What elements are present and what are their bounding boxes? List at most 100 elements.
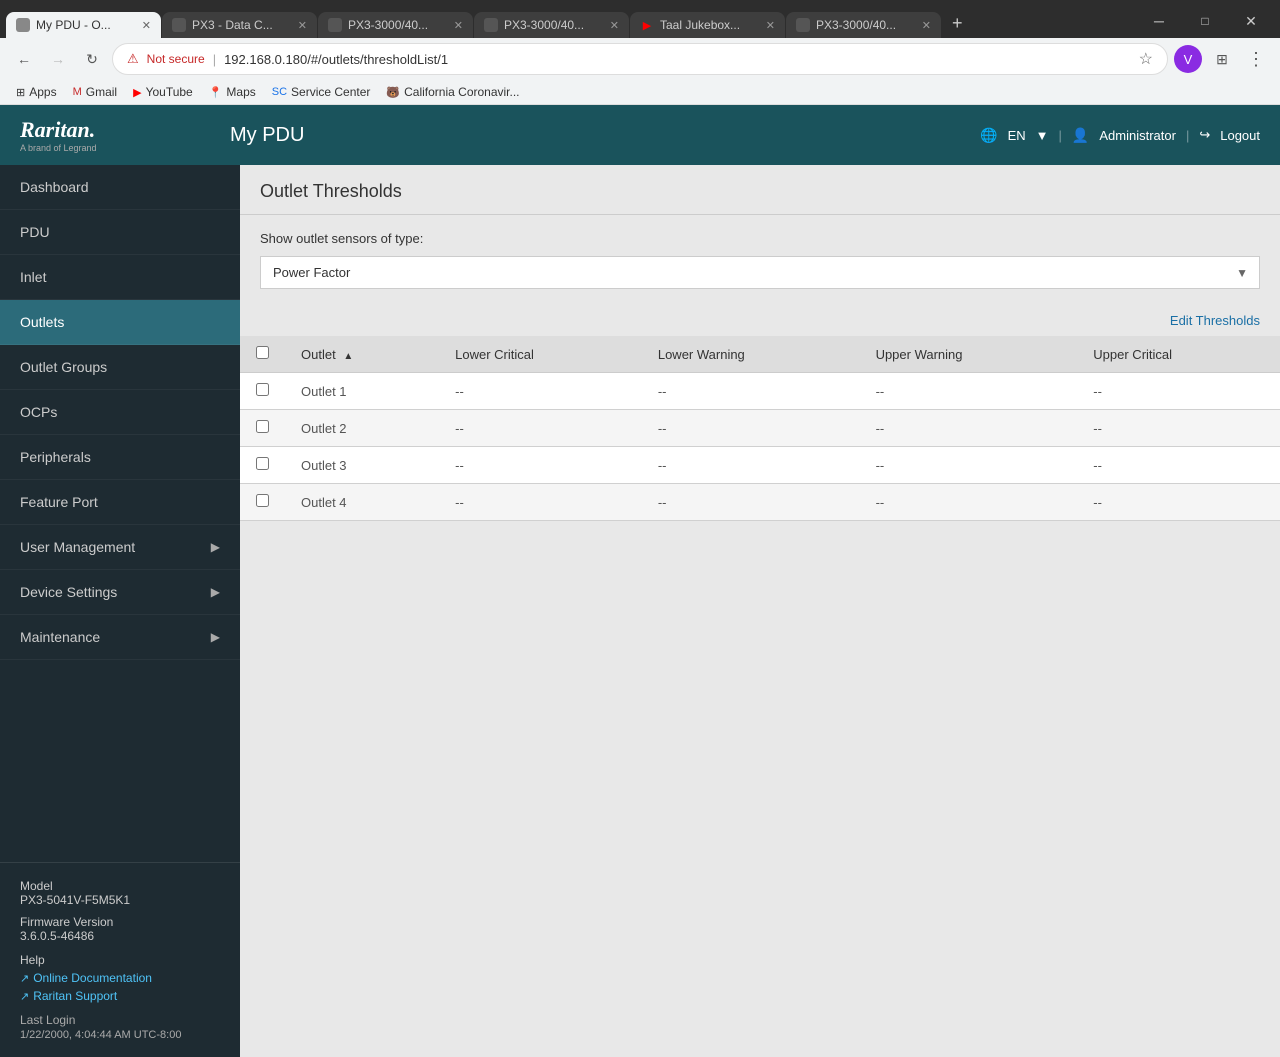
sidebar-item-device-settings[interactable]: Device Settings ▶ (0, 570, 240, 615)
ca-icon: 🐻 (386, 86, 400, 99)
row1-upper-warning: -- (860, 373, 1078, 410)
select-wrapper: Power Factor ▼ (260, 256, 1260, 289)
sidebar-item-maintenance[interactable]: Maintenance ▶ (0, 615, 240, 660)
table-row: Outlet 4 -- -- -- -- (240, 484, 1280, 521)
bookmark-gmail[interactable]: M Gmail (67, 83, 124, 101)
tab-title: My PDU - O... (36, 18, 136, 32)
edit-thresholds-link[interactable]: Edit Thresholds (1170, 313, 1260, 328)
row1-upper-critical: -- (1077, 373, 1280, 410)
table-row: Outlet 3 -- -- -- -- (240, 447, 1280, 484)
tab-close-5[interactable]: ✕ (766, 19, 775, 32)
sidebar-item-outlet-groups[interactable]: Outlet Groups (0, 345, 240, 390)
url-text[interactable]: 192.168.0.180/#/outlets/thresholdList/1 (224, 52, 1131, 67)
tab-px3data[interactable]: PX3 - Data C... ✕ (162, 12, 317, 38)
thresholds-table: Outlet ▲ Lower Critical Lower Warning (240, 336, 1280, 521)
row2-upper-warning: -- (860, 410, 1078, 447)
close-window-button[interactable]: ✕ (1228, 6, 1274, 36)
tab-px3-3[interactable]: PX3-3000/40... ✕ (318, 12, 473, 38)
tab-icon-px3data (172, 18, 186, 32)
tab-px3-6[interactable]: PX3-3000/40... ✕ (786, 12, 941, 38)
tab-mypdu[interactable]: My PDU - O... ✕ (6, 12, 161, 38)
forward-button[interactable]: → (44, 45, 72, 73)
tab-close-2[interactable]: ✕ (298, 19, 307, 32)
user-management-arrow-icon: ▶ (211, 540, 220, 554)
maps-icon: 📍 (209, 86, 223, 99)
table-container: Edit Thresholds Outlet (240, 305, 1280, 541)
sidebar-footer: Model PX3-5041V-F5M5K1 Firmware Version … (0, 862, 240, 1057)
tab-px3-4[interactable]: PX3-3000/40... ✕ (474, 12, 629, 38)
new-tab-button[interactable]: + (942, 9, 973, 38)
minimize-button[interactable]: ─ (1136, 6, 1182, 36)
tab-title-px3-6: PX3-3000/40... (816, 18, 916, 32)
sensor-type-select[interactable]: Power Factor (260, 256, 1260, 289)
logout-button[interactable]: Logout (1220, 128, 1260, 143)
sidebar-label-device-settings: Device Settings (20, 584, 117, 600)
bookmark-star-icon[interactable]: ☆ (1139, 49, 1153, 69)
row2-upper-critical: -- (1077, 410, 1280, 447)
row1-checkbox[interactable] (256, 383, 269, 396)
sidebar-item-outlets[interactable]: Outlets (0, 300, 240, 345)
main-layout: Dashboard PDU Inlet Outlets Outlet Group… (0, 165, 1280, 1057)
tab-close-6[interactable]: ✕ (922, 19, 931, 32)
sidebar-item-dashboard[interactable]: Dashboard (0, 165, 240, 210)
th-lower-warning: Lower Warning (642, 336, 860, 373)
tab-icon-px3-3 (328, 18, 342, 32)
bookmark-youtube[interactable]: ▶ YouTube (127, 83, 199, 101)
bookmark-ca[interactable]: 🐻 California Coronavir... (380, 83, 525, 101)
header-divider-2: | (1186, 128, 1189, 143)
row4-lower-warning: -- (642, 484, 860, 521)
lang-arrow: ▼ (1036, 128, 1049, 143)
bookmark-apps-label: Apps (29, 85, 56, 99)
tab-taal[interactable]: ▶ Taal Jukebox... ✕ (630, 12, 785, 38)
online-documentation-link[interactable]: ↗ Online Documentation (20, 971, 220, 985)
sidebar-item-inlet[interactable]: Inlet (0, 255, 240, 300)
th-outlet[interactable]: Outlet ▲ (285, 336, 439, 373)
bookmark-maps[interactable]: 📍 Maps (203, 83, 262, 101)
row2-checkbox-cell (240, 410, 285, 447)
header-divider-1: | (1059, 128, 1062, 143)
tab-close-4[interactable]: ✕ (610, 19, 619, 32)
table-header-row: Outlet ▲ Lower Critical Lower Warning (240, 336, 1280, 373)
maximize-button[interactable]: □ (1182, 6, 1228, 36)
raritan-support-link[interactable]: ↗ Raritan Support (20, 989, 220, 1003)
filter-label: Show outlet sensors of type: (260, 231, 1260, 246)
sidebar-item-peripherals[interactable]: Peripherals (0, 435, 240, 480)
admin-name: Administrator (1099, 128, 1176, 143)
row3-lower-critical: -- (439, 447, 642, 484)
bookmark-apps[interactable]: ⊞ Apps (10, 83, 63, 101)
menu-button[interactable]: ⋮ (1242, 45, 1270, 73)
row4-upper-critical: -- (1077, 484, 1280, 521)
profile-icon[interactable]: V (1174, 45, 1202, 73)
row2-checkbox[interactable] (256, 420, 269, 433)
model-label: Model (20, 879, 220, 893)
not-secure-label: Not secure (147, 52, 205, 66)
tab-close-3[interactable]: ✕ (454, 19, 463, 32)
sidebar-item-pdu[interactable]: PDU (0, 210, 240, 255)
tab-close[interactable]: ✕ (142, 19, 151, 32)
sidebar-label-ocps: OCPs (20, 404, 57, 420)
row4-checkbox-cell (240, 484, 285, 521)
sidebar-item-feature-port[interactable]: Feature Port (0, 480, 240, 525)
sidebar-label-user-management: User Management (20, 539, 135, 555)
bookmark-service-center[interactable]: SC Service Center (266, 83, 377, 101)
content-area: Outlet Thresholds Show outlet sensors of… (240, 165, 1280, 1057)
th-lower-critical: Lower Critical (439, 336, 642, 373)
table-actions: Edit Thresholds (240, 305, 1280, 336)
bookmarks-bar: ⊞ Apps M Gmail ▶ YouTube 📍 Maps SC Servi… (0, 80, 1280, 105)
device-settings-arrow-icon: ▶ (211, 585, 220, 599)
language-selector[interactable]: EN (1008, 128, 1026, 143)
address-box[interactable]: ⚠ Not secure | 192.168.0.180/#/outlets/t… (112, 43, 1168, 75)
extensions-button[interactable]: ⊞ (1208, 45, 1236, 73)
sidebar-label-outlet-groups: Outlet Groups (20, 359, 107, 375)
youtube-icon: ▶ (133, 86, 141, 99)
browser-window: My PDU - O... ✕ PX3 - Data C... ✕ PX3-30… (0, 0, 1280, 1057)
row3-checkbox[interactable] (256, 457, 269, 470)
sidebar-item-user-management[interactable]: User Management ▶ (0, 525, 240, 570)
select-all-checkbox[interactable] (256, 346, 269, 359)
sidebar-item-ocps[interactable]: OCPs (0, 390, 240, 435)
header-actions: 🌐 EN ▼ | 👤 Administrator | ↪ Logout (980, 127, 1260, 144)
reload-button[interactable]: ↻ (78, 45, 106, 73)
online-documentation-label: Online Documentation (33, 971, 152, 985)
row4-checkbox[interactable] (256, 494, 269, 507)
back-button[interactable]: ← (10, 45, 38, 73)
